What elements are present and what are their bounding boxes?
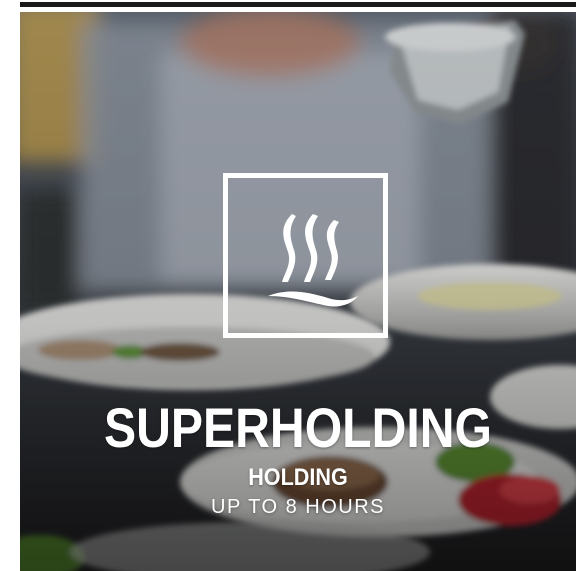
- steam-icon: [268, 214, 358, 307]
- duration-label: UP TO 8 HOURS: [211, 496, 385, 518]
- page-frame: SUPERHOLDING HOLDING UP TO 8 HOURS: [0, 0, 576, 571]
- mode-label: HOLDING: [248, 464, 348, 491]
- hero-banner: SUPERHOLDING HOLDING UP TO 8 HOURS: [20, 12, 576, 571]
- product-title: SUPERHOLDING: [104, 396, 492, 459]
- superholding-logo: [223, 173, 388, 338]
- top-divider-bar: [20, 2, 576, 7]
